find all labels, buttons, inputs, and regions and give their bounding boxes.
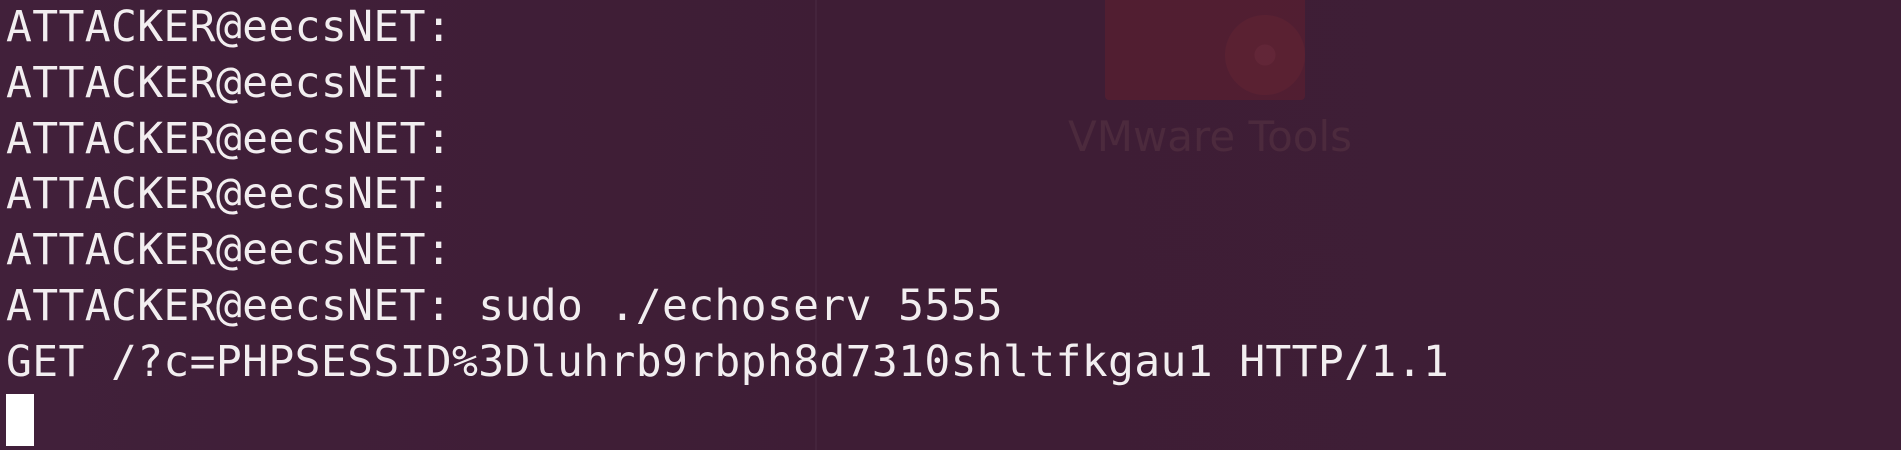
terminal-line: ATTACKER@eecsNET: — [6, 57, 453, 108]
terminal-http-request-line: GET /?c=PHPSESSID%3Dluhrb9rbph8d7310shlt… — [6, 336, 1450, 387]
terminal-line: ATTACKER@eecsNET: — [6, 113, 453, 164]
terminal-output[interactable]: ATTACKER@eecsNET: ATTACKER@eecsNET: ATTA… — [6, 0, 1901, 450]
terminal-command-line: ATTACKER@eecsNET: sudo ./echoserv 5555 — [6, 280, 1004, 331]
terminal-line: ATTACKER@eecsNET: — [6, 2, 453, 52]
terminal-line: ATTACKER@eecsNET: — [6, 169, 453, 220]
terminal-cursor[interactable] — [6, 393, 34, 446]
terminal-input-line[interactable] — [6, 391, 1901, 447]
terminal-line: ATTACKER@eecsNET: — [6, 225, 453, 276]
